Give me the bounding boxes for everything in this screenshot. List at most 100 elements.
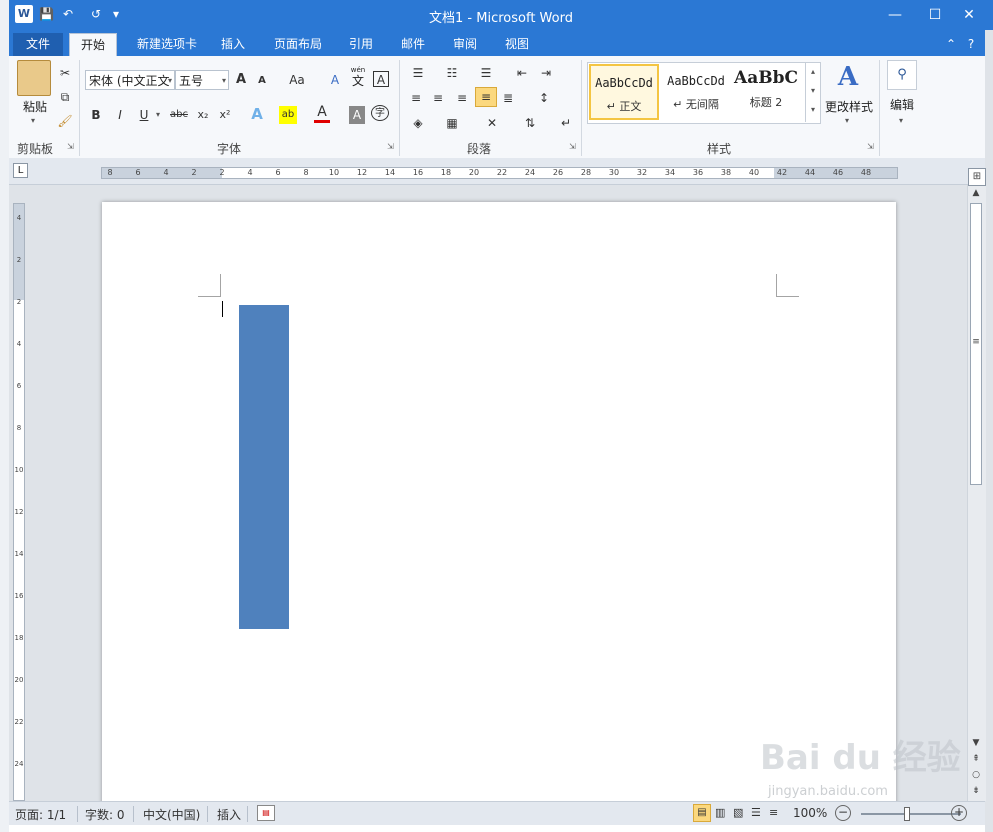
rectangle-shape[interactable] (239, 305, 289, 629)
scroll-up-icon[interactable]: ▲ (969, 188, 983, 198)
phonetic-guide-icon[interactable]: wén 文 (349, 66, 367, 88)
justify-icon[interactable]: ≡ (475, 87, 497, 107)
tab-file[interactable]: 文件 (13, 33, 63, 56)
styles-scroll-buttons[interactable]: ▴ ▾ ▾ (805, 62, 820, 122)
character-shading-icon[interactable]: A (349, 106, 365, 124)
superscript-icon[interactable]: x² (217, 106, 233, 124)
multilevel-list-icon[interactable]: ☰ (475, 64, 497, 82)
help-icon[interactable]: ? (963, 33, 979, 56)
align-left-icon[interactable]: ≡ (407, 89, 425, 107)
ribbon-home: 粘贴 ▾ ✂ ⧉ 🖌 剪贴板 ⇲ 宋体 (中文正文 ▾ 五号 ▾ A A Aa A … (9, 56, 985, 159)
zoom-out-button[interactable]: − (835, 805, 851, 821)
text-effects-icon[interactable]: A (249, 105, 265, 123)
tab-references[interactable]: 引用 (341, 33, 381, 56)
ruler-toggle-icon[interactable]: ⊞ (968, 168, 986, 186)
highlight-color-icon[interactable]: ab (279, 106, 297, 124)
distributed-icon[interactable]: ≣ (499, 89, 517, 107)
change-styles-icon[interactable]: A (833, 62, 863, 92)
print-layout-view-icon[interactable]: ▤ (693, 804, 711, 822)
font-launcher-icon[interactable]: ⇲ (387, 142, 394, 151)
increase-indent-icon[interactable]: ⇥ (537, 64, 555, 82)
underline-icon[interactable]: U (137, 106, 151, 124)
underline-dropdown-icon[interactable]: ▾ (154, 106, 162, 124)
align-right-icon[interactable]: ≡ (453, 89, 471, 107)
outline-view-icon[interactable]: ☰ (751, 806, 761, 819)
clipboard-launcher-icon[interactable]: ⇲ (67, 142, 74, 151)
word-count-status[interactable]: 字数: 0 (85, 806, 125, 823)
bullets-icon[interactable]: ☰ (407, 64, 429, 82)
vertical-ruler[interactable]: 4 2 2 4 6 8 10 12 14 16 18 20 22 24 (13, 203, 25, 801)
font-name-combo[interactable]: 宋体 (中文正文 ▾ (85, 70, 175, 90)
ruler-tick-label: 8 (303, 168, 309, 177)
editing-dropdown-icon[interactable]: ▾ (899, 116, 903, 125)
editing-button[interactable]: 编辑 (885, 96, 919, 113)
draft-view-icon[interactable]: ≡ (769, 806, 778, 819)
line-spacing-icon[interactable]: ↕ (533, 89, 555, 107)
shrink-font-icon[interactable]: A (255, 72, 269, 90)
document-page[interactable] (102, 202, 896, 812)
tab-new-tab[interactable]: 新建选项卡 (127, 33, 207, 56)
font-size-combo[interactable]: 五号 ▾ (175, 70, 229, 90)
zoom-level[interactable]: 100% (793, 806, 827, 820)
tab-page-layout[interactable]: 页面布局 (263, 33, 333, 56)
style-no-spacing[interactable]: AaBbCcDd ↵ 无间隔 (661, 64, 731, 120)
bold-icon[interactable]: B (89, 106, 103, 124)
tab-insert[interactable]: 插入 (213, 33, 253, 56)
page-count-status[interactable]: 页面: 1/1 (15, 806, 66, 823)
decrease-indent-icon[interactable]: ⇤ (513, 64, 531, 82)
close-button[interactable]: ✕ (949, 4, 989, 26)
select-browse-object-icon[interactable]: ○ (969, 770, 983, 780)
previous-page-icon[interactable]: ⇞ (969, 754, 983, 764)
show-marks-icon[interactable]: ↵ (557, 114, 575, 132)
change-styles-dropdown-icon[interactable]: ▾ (845, 116, 849, 125)
paste-icon[interactable] (17, 60, 51, 96)
macro-record-icon[interactable]: ▤ (257, 805, 275, 821)
subscript-icon[interactable]: x₂ (195, 106, 211, 124)
zoom-slider[interactable] (861, 813, 961, 815)
tab-review[interactable]: 审阅 (445, 33, 485, 56)
strikethrough-icon[interactable]: abc (169, 106, 189, 124)
chinese-layout-icon[interactable]: ✕ (481, 114, 503, 132)
tab-home[interactable]: 开始 (69, 33, 117, 57)
tab-mailings[interactable]: 邮件 (393, 33, 433, 56)
tab-selector-icon[interactable]: L (13, 163, 28, 178)
styles-launcher-icon[interactable]: ⇲ (867, 142, 874, 151)
scroll-down-icon[interactable]: ▼ (969, 738, 983, 748)
ruler-tick-label: 6 (275, 168, 281, 177)
font-color-icon[interactable]: A (314, 105, 330, 123)
paste-button[interactable]: 粘贴 (17, 98, 53, 115)
grow-font-icon[interactable]: A (233, 71, 249, 89)
full-screen-reading-view-icon[interactable]: ▥ (715, 806, 725, 819)
language-status[interactable]: 中文(中国) (143, 806, 200, 823)
change-styles-button[interactable]: 更改样式 (821, 98, 877, 115)
shading-icon[interactable]: ◈ (407, 114, 429, 132)
tab-view[interactable]: 视图 (497, 33, 537, 56)
style-normal[interactable]: AaBbCcDd ↵ 正文 (589, 64, 659, 120)
format-painter-icon[interactable]: 🖌 (57, 112, 73, 130)
minimize-button[interactable]: — (875, 4, 915, 26)
character-border-icon[interactable]: A (373, 71, 389, 87)
cut-icon[interactable]: ✂ (57, 64, 73, 82)
enclose-characters-icon[interactable]: 字 (371, 105, 389, 121)
ruler-tick-label: 12 (356, 168, 368, 177)
clear-formatting-icon[interactable]: A (327, 71, 343, 89)
paste-dropdown-icon[interactable]: ▾ (31, 116, 35, 125)
italic-icon[interactable]: I (113, 106, 127, 124)
borders-icon[interactable]: ▦ (441, 114, 463, 132)
zoom-slider-knob[interactable] (904, 807, 910, 821)
numbering-icon[interactable]: ☷ (441, 64, 463, 82)
align-center-icon[interactable]: ≡ (429, 89, 447, 107)
find-binoculars-icon[interactable]: ⚲ (887, 60, 917, 90)
next-page-icon[interactable]: ⇟ (969, 786, 983, 796)
web-layout-view-icon[interactable]: ▧ (733, 806, 743, 819)
copy-icon[interactable]: ⧉ (57, 88, 73, 106)
zoom-in-button[interactable]: + (951, 805, 967, 821)
paragraph-launcher-icon[interactable]: ⇲ (569, 142, 576, 151)
collapse-ribbon-icon[interactable]: ⌃ (943, 33, 959, 56)
sort-icon[interactable]: ⇅ (521, 114, 539, 132)
underlying-page-strip (9, 825, 985, 832)
insert-mode-status[interactable]: 插入 (217, 806, 241, 823)
style-heading-2[interactable]: AaBbC 标题 2 (733, 64, 799, 120)
change-case-icon[interactable]: Aa (285, 71, 309, 89)
horizontal-ruler[interactable]: 8 6 4 2 2 4 6 8 10 12 14 16 18 20 22 24 26 28 30 32 34 36 38 40… (101, 167, 898, 179)
